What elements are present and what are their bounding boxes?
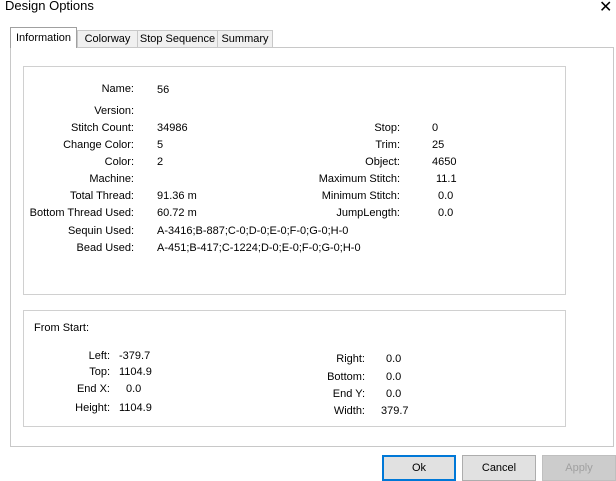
- left-value: -379.7: [119, 350, 151, 362]
- bottom-thread-value: 60.72 m: [157, 207, 197, 219]
- total-thread-label: Total Thread:: [69, 190, 134, 202]
- right-label: Right:: [336, 353, 365, 365]
- end-y-label: End Y:: [332, 388, 365, 400]
- left-label: Left:: [88, 350, 110, 362]
- top-value: 1104.9: [119, 366, 152, 378]
- bead-value: A-451;B-417;C-1224;D-0;E-0;F-0;G-0;H-0: [157, 242, 361, 254]
- bead-label: Bead Used:: [76, 242, 134, 254]
- max-stitch-label: Maximum Stitch:: [318, 173, 400, 185]
- sequin-label: Sequin Used:: [67, 225, 134, 237]
- tab-information[interactable]: Information: [10, 27, 77, 48]
- top-label: Top:: [89, 366, 110, 378]
- information-panel: Name: Version: Stitch Count: Change Colo…: [10, 47, 614, 447]
- apply-button[interactable]: Apply: [542, 455, 616, 481]
- trim-value: 25: [432, 139, 445, 151]
- bottom-label: Bottom:: [327, 371, 365, 383]
- tab-stop-sequence[interactable]: Stop Sequence: [137, 30, 218, 47]
- from-start-group: From Start: Left: Top: End X: Height: -3…: [23, 310, 566, 427]
- cancel-button[interactable]: Cancel: [462, 455, 536, 481]
- design-info-group: Name: Version: Stitch Count: Change Colo…: [23, 66, 566, 295]
- end-x-value: 0.0: [126, 383, 142, 395]
- total-thread-value: 91.36 m: [157, 190, 197, 202]
- from-start-heading: From Start:: [34, 322, 90, 334]
- close-icon[interactable]: ✕: [599, 0, 612, 17]
- stop-value: 0: [432, 122, 439, 134]
- stitch-count-label: Stitch Count:: [71, 122, 134, 134]
- change-color-label: Change Color:: [63, 139, 134, 151]
- object-label: Object:: [365, 156, 400, 168]
- max-stitch-value: 11.1: [436, 173, 457, 185]
- height-value: 1104.9: [119, 402, 152, 414]
- bottom-value: 0.0: [386, 371, 402, 383]
- width-label: Width:: [333, 405, 365, 417]
- change-color-value: 5: [157, 139, 164, 151]
- tab-colorway[interactable]: Colorway: [77, 30, 138, 47]
- object-value: 4650: [432, 156, 457, 168]
- bottom-thread-label: Bottom Thread Used:: [29, 207, 134, 219]
- right-value: 0.0: [386, 353, 402, 365]
- jump-length-label: JumpLength:: [336, 207, 400, 219]
- end-y-value: 0.0: [386, 388, 402, 400]
- window-title: Design Options: [5, 0, 94, 13]
- stitch-count-value: 34986: [157, 122, 188, 134]
- name-value: 56: [157, 84, 170, 96]
- height-label: Height:: [75, 402, 110, 414]
- name-label: Name:: [101, 83, 134, 95]
- machine-label: Machine:: [89, 173, 134, 185]
- color-value: 2: [157, 156, 164, 168]
- sequin-value: A-3416;B-887;C-0;D-0;E-0;F-0;G-0;H-0: [157, 225, 349, 237]
- ok-button[interactable]: Ok: [382, 455, 456, 481]
- min-stitch-label: Minimum Stitch:: [321, 190, 400, 202]
- color-label: Color:: [104, 156, 134, 168]
- stop-label: Stop:: [374, 122, 400, 134]
- version-label: Version:: [94, 105, 134, 117]
- min-stitch-value: 0.0: [438, 190, 454, 202]
- end-x-label: End X:: [76, 383, 110, 395]
- width-value: 379.7: [381, 405, 409, 417]
- trim-label: Trim:: [375, 139, 400, 151]
- jump-length-value: 0.0: [438, 207, 454, 219]
- tab-summary[interactable]: Summary: [217, 30, 273, 47]
